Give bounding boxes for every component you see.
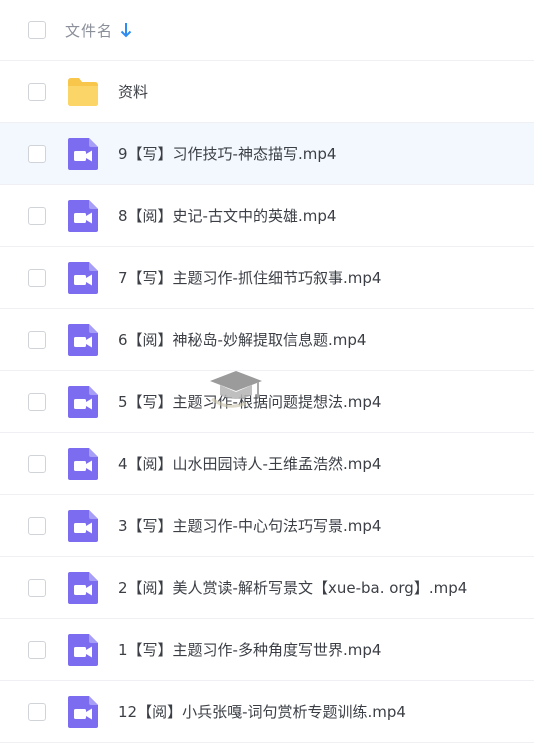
row-checkbox[interactable] <box>28 82 46 101</box>
file-row[interactable]: 8【阅】史记-古文中的英雄.mp4 <box>0 185 534 247</box>
video-icon <box>68 137 98 170</box>
file-row[interactable]: 3【写】主题习作-中心句法巧写景.mp4 <box>0 495 534 557</box>
file-name[interactable]: 6【阅】神秘岛-妙解提取信息题.mp4 <box>118 329 366 350</box>
folder-icon <box>68 77 98 106</box>
row-checkbox[interactable] <box>28 206 46 225</box>
select-all-checkbox[interactable] <box>28 21 46 39</box>
file-name[interactable]: 8【阅】史记-古文中的英雄.mp4 <box>118 205 336 226</box>
file-list-header: 文件名 <box>0 0 534 61</box>
video-icon <box>68 633 98 666</box>
file-name[interactable]: 1【写】主题习作-多种角度写世界.mp4 <box>118 639 381 660</box>
row-checkbox[interactable] <box>28 268 46 287</box>
video-icon <box>68 323 98 356</box>
file-row[interactable]: 资料 <box>0 61 534 123</box>
file-row[interactable]: 4【阅】山水田园诗人-王维孟浩然.mp4 <box>0 433 534 495</box>
row-checkbox[interactable] <box>28 454 46 473</box>
video-icon <box>68 571 98 604</box>
file-row[interactable]: 1【写】主题习作-多种角度写世界.mp4 <box>0 619 534 681</box>
row-checkbox[interactable] <box>28 144 46 163</box>
row-checkbox[interactable] <box>28 640 46 659</box>
file-list: 文件名 资料 9【写】习作技巧-神态描写.mp4 8【阅】史记-古文中的英雄.mp4… <box>0 0 534 743</box>
file-name[interactable]: 资料 <box>118 81 148 102</box>
sort-descending-icon[interactable] <box>119 20 133 40</box>
file-row[interactable]: 2【阅】美人赏读-解析写景文【xue-ba. org】.mp4 <box>0 557 534 619</box>
file-row[interactable]: 5【写】主题习作-根据问题提想法.mp4 <box>0 371 534 433</box>
file-row[interactable]: 9【写】习作技巧-神态描写.mp4 <box>0 123 534 185</box>
file-name[interactable]: 7【写】主题习作-抓住细节巧叙事.mp4 <box>118 267 381 288</box>
watermark-graduation-cap-icon <box>210 371 262 408</box>
video-icon <box>68 509 98 542</box>
video-icon <box>68 695 98 728</box>
file-row[interactable]: 7【写】主题习作-抓住细节巧叙事.mp4 <box>0 247 534 309</box>
row-checkbox[interactable] <box>28 578 46 597</box>
video-icon <box>68 261 98 294</box>
video-icon <box>68 199 98 232</box>
row-checkbox[interactable] <box>28 392 46 411</box>
file-row[interactable]: 6【阅】神秘岛-妙解提取信息题.mp4 <box>0 309 534 371</box>
row-checkbox[interactable] <box>28 330 46 349</box>
row-checkbox[interactable] <box>28 516 46 535</box>
row-checkbox[interactable] <box>28 702 46 721</box>
file-name[interactable]: 9【写】习作技巧-神态描写.mp4 <box>118 143 336 164</box>
file-name[interactable]: 3【写】主题习作-中心句法巧写景.mp4 <box>118 515 381 536</box>
file-name[interactable]: 12【阅】小兵张嘎-词句赏析专题训练.mp4 <box>118 701 406 722</box>
file-row[interactable]: 12【阅】小兵张嘎-词句赏析专题训练.mp4 <box>0 681 534 743</box>
file-name[interactable]: 2【阅】美人赏读-解析写景文【xue-ba. org】.mp4 <box>118 577 467 598</box>
video-icon <box>68 385 98 418</box>
video-icon <box>68 447 98 480</box>
file-name[interactable]: 4【阅】山水田园诗人-王维孟浩然.mp4 <box>118 453 381 474</box>
column-header-filename[interactable]: 文件名 <box>65 20 113 41</box>
